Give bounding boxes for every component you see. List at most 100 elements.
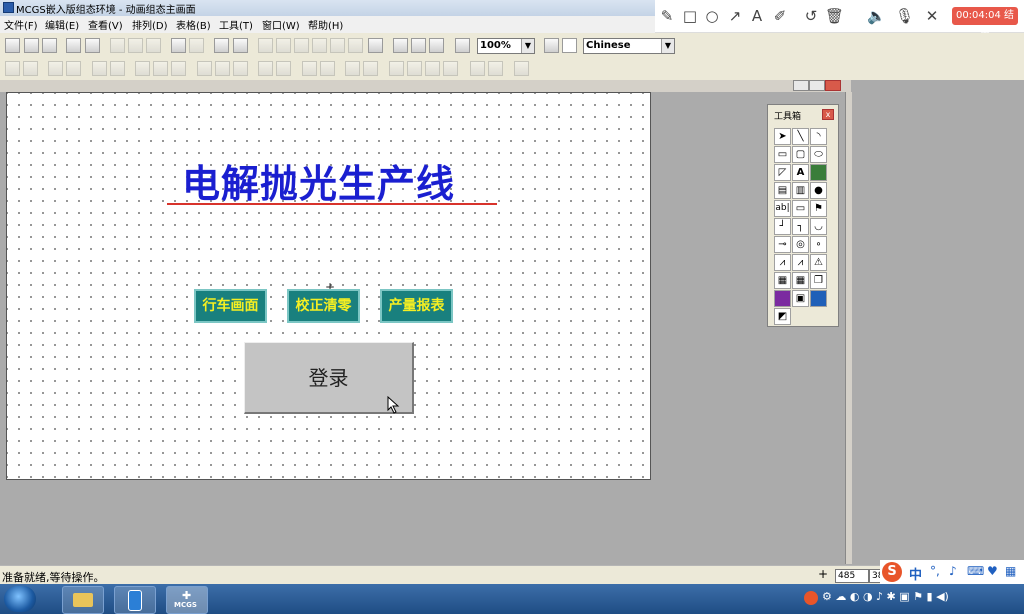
sogou-tray-icon[interactable] (804, 591, 818, 605)
menu-table[interactable]: 表格(B) (176, 17, 211, 32)
font-color-icon[interactable] (294, 38, 309, 53)
arrow-icon[interactable]: ↗ (726, 7, 744, 25)
meter-tool-icon[interactable]: ◎ (792, 236, 809, 253)
space-v-icon[interactable] (215, 61, 230, 76)
redo-icon[interactable] (189, 38, 204, 53)
backward-icon[interactable] (443, 61, 458, 76)
microphone-icon[interactable]: ♪ (949, 564, 957, 578)
text-tool-icon[interactable]: A (792, 164, 809, 181)
help-icon[interactable] (455, 38, 470, 53)
line-type-icon[interactable] (348, 38, 363, 53)
button-tool-icon[interactable]: ▭ (792, 200, 809, 217)
cut-icon[interactable] (110, 38, 125, 53)
report-tool-icon[interactable]: ▣ (792, 290, 809, 307)
undo-icon[interactable]: ↺ (802, 7, 820, 25)
align-right-icon[interactable] (23, 61, 38, 76)
group-icon[interactable] (345, 61, 360, 76)
copy-icon[interactable] (128, 38, 143, 53)
menu-grid-icon[interactable]: ▦ (1005, 564, 1016, 578)
fill-color-icon[interactable] (258, 38, 273, 53)
rectangle-icon[interactable]: □ (681, 7, 699, 25)
bitmap-tool-icon[interactable] (810, 164, 827, 181)
zoom-select[interactable]: 100% ▼ (477, 38, 535, 54)
rectangle-tool-icon[interactable]: ▭ (774, 146, 791, 163)
data-table-icon[interactable]: ▦ (792, 272, 809, 289)
close-icon[interactable]: ✕ (923, 7, 941, 25)
alarm-tool-icon[interactable]: ⚠ (810, 254, 827, 271)
microphone-icon[interactable]: 🎙 (895, 7, 914, 25)
send-back-icon[interactable] (407, 61, 422, 76)
flow-line-icon[interactable]: ┘ (774, 218, 791, 235)
language-blank-icon[interactable] (562, 38, 577, 53)
recording-timer[interactable]: 00:04:04 结束 (952, 7, 1018, 39)
trash-icon[interactable]: 🗑 (825, 7, 844, 25)
flip-h-icon[interactable] (302, 61, 317, 76)
taskbar-phone[interactable] (114, 586, 156, 614)
ime-lang[interactable]: 中 (909, 564, 922, 583)
tray-icons[interactable]: ⚙ ☁ ◐ ◑ ♪ ✱ ▣ ⚑ ▮ ◀) (822, 590, 949, 603)
close-icon[interactable] (825, 80, 841, 91)
menu-edit[interactable]: 编辑(E) (45, 17, 79, 32)
align-left-icon[interactable] (5, 61, 20, 76)
picture-tool-icon[interactable]: ◩ (774, 308, 791, 325)
line-tool-icon[interactable]: ╲ (792, 128, 809, 145)
font-icon[interactable] (312, 38, 327, 53)
pointer-tool-icon[interactable]: ➤ (774, 128, 791, 145)
chevron-down-icon[interactable]: ▼ (661, 39, 674, 53)
pen-icon[interactable]: ✎ (658, 7, 676, 25)
speaker-icon[interactable]: 🔈 (867, 7, 886, 25)
download-icon[interactable] (429, 38, 444, 53)
skin-icon[interactable]: ♥ (987, 564, 998, 578)
insert-element-icon[interactable]: ▥ (792, 182, 809, 199)
minimize-icon[interactable] (793, 80, 809, 91)
chart-tool-icon[interactable] (774, 290, 791, 307)
ellipse-tool-icon[interactable]: ⬭ (810, 146, 827, 163)
element-lib-icon[interactable]: ▤ (774, 182, 791, 199)
align-center-h-icon[interactable] (110, 61, 125, 76)
print-preview-icon[interactable] (85, 38, 100, 53)
chevron-down-icon[interactable]: ▼ (521, 39, 534, 53)
align-center-v-icon[interactable] (92, 61, 107, 76)
line-color-icon[interactable] (276, 38, 291, 53)
save-element-icon[interactable]: ● (810, 182, 827, 199)
paste-icon[interactable] (146, 38, 161, 53)
same-width-icon[interactable] (135, 61, 150, 76)
screen-title[interactable]: 电解抛光生产线 (182, 153, 455, 208)
highlighter-icon[interactable]: ✐ (771, 7, 789, 25)
slider-tool-icon[interactable]: ⊸ (774, 236, 791, 253)
history-trend-icon[interactable]: ⩘ (792, 254, 809, 271)
table-tool-icon[interactable]: ▦ (774, 272, 791, 289)
taskbar-mcgs[interactable]: MCGS ✚ (166, 586, 208, 614)
language-select[interactable]: Chinese ▼ (583, 38, 675, 54)
menu-tools[interactable]: 工具(T) (219, 17, 253, 32)
same-height-icon[interactable] (153, 61, 168, 76)
undo-icon[interactable] (171, 38, 186, 53)
window-tool-icon[interactable]: ❐ (810, 272, 827, 289)
bring-front-icon[interactable] (389, 61, 404, 76)
maximize-icon[interactable] (809, 80, 825, 91)
label-tool-icon[interactable]: ab| (774, 200, 791, 217)
menu-help[interactable]: 帮助(H) (308, 17, 343, 32)
properties-icon[interactable] (393, 38, 408, 53)
align-bottom-icon[interactable] (66, 61, 81, 76)
space-h-icon[interactable] (197, 61, 212, 76)
menu-window[interactable]: 窗口(W) (262, 17, 300, 32)
led-tool-icon[interactable] (810, 290, 827, 307)
text-icon[interactable]: A (748, 7, 766, 25)
grid-snap-icon[interactable] (514, 61, 529, 76)
center-page-icon[interactable] (233, 61, 248, 76)
print-icon[interactable] (66, 38, 81, 53)
arc-tool-icon[interactable]: ◝ (810, 128, 827, 145)
nav-button-calibrate[interactable]: 校正清零 (287, 289, 360, 323)
sogou-icon[interactable]: S (882, 562, 902, 582)
switch-tool-icon[interactable]: ⚑ (810, 200, 827, 217)
ungroup-icon[interactable] (363, 61, 378, 76)
open-icon[interactable] (24, 38, 39, 53)
language-icon[interactable] (544, 38, 559, 53)
lock-icon[interactable] (470, 61, 485, 76)
vertical-scrollbar[interactable] (845, 92, 852, 564)
menu-view[interactable]: 查看(V) (88, 17, 123, 32)
align-top-icon[interactable] (48, 61, 63, 76)
taskbar-explorer[interactable] (62, 586, 104, 614)
circle-icon[interactable]: ○ (703, 7, 721, 25)
